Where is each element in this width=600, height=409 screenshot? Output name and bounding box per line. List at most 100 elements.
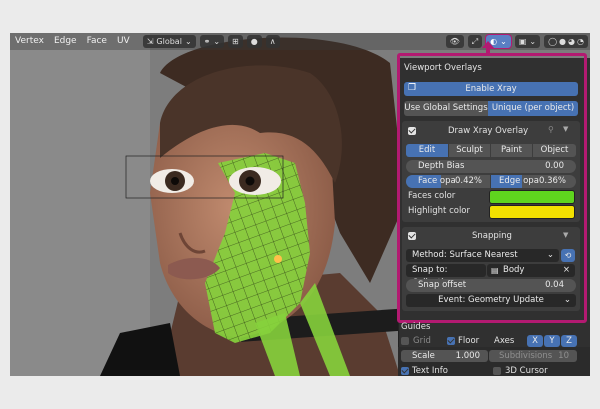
grid-label: Grid [413,336,431,346]
pin-icon[interactable]: ⚲ [548,125,554,134]
floor-label: Floor [458,336,480,346]
refresh-icon: ⟲ [564,251,572,260]
material-shading-icon[interactable]: ◕ [568,35,575,48]
edge-opacity-value: 0.36% [538,176,566,186]
axis-z-toggle[interactable]: Z [561,335,577,347]
snap-target-label: Body [503,265,525,275]
snap-offset-value: 0.04 [545,280,564,290]
chevron-down-icon: ⌄ [546,250,554,260]
wireframe-shading-icon[interactable]: ◯ [548,35,557,48]
snap-offset-label: Snap offset [418,280,467,290]
snap-toggle[interactable]: ⊞ [228,35,243,48]
snap-event-label: Event: Geometry Update [438,295,544,305]
mode-tab-edit[interactable]: Edit [406,144,448,157]
rendered-shading-icon[interactable]: ◔ [577,35,584,48]
text-info-label: Text Info [412,366,448,376]
snap-target-field[interactable]: ▤ Body × [487,264,575,277]
snap-method-label: Method: Surface Nearest [412,250,518,260]
axis-z-label: Z [566,336,572,346]
grid-scale-field[interactable]: Scale 1.000 [401,350,488,362]
chevron-down-icon: ⌄ [184,37,192,46]
falloff-dropdown[interactable]: ∧ [265,35,280,48]
guides-title: Guides [401,322,431,332]
menu-face[interactable]: Face [82,33,112,50]
grid-checkbox[interactable] [401,337,409,345]
depth-bias-value: 0.00 [545,161,564,171]
draw-xray-label: Draw Xray Overlay [448,126,529,136]
highlight-color-swatch[interactable] [489,205,575,219]
depth-bias-slider[interactable]: Depth Bias 0.00 [406,160,576,173]
depth-bias-label: Depth Bias [418,161,465,171]
chevron-down-icon: ⌄ [529,37,537,46]
menu-edge[interactable]: Edge [49,33,82,50]
highlight-arrow-icon [482,41,494,53]
snap-icon: ⊞ [232,37,239,46]
menu-vertex[interactable]: Vertex [10,33,49,50]
mode-tab-sculpt[interactable]: Sculpt [449,144,490,157]
snap-event-dropdown[interactable]: Event: Geometry Update ⌄ [406,294,576,307]
draw-xray-checkbox[interactable] [408,127,416,135]
face-opacity-label: Face opa [418,176,456,186]
mode-tab-paint-label: Paint [500,145,523,155]
transform-orientation-dropdown[interactable]: ⇲ Global ⌄ [142,35,196,48]
face-opacity-slider[interactable]: Face opa 0.42% [406,175,490,188]
scale-label: Scale [412,351,435,361]
mode-tab-edit-label: Edit [418,145,436,155]
clear-icon[interactable]: × [563,264,570,277]
snapping-label: Snapping [472,231,512,241]
falloff-icon: ∧ [269,37,276,46]
edge-opacity-slider[interactable]: Edge opa 0.36% [491,175,576,188]
faces-color-swatch[interactable] [489,190,575,204]
chevron-down-icon: ⌄ [500,37,507,46]
faces-color-label: Faces color [408,191,456,201]
collection-icon: ▤ [491,266,499,275]
axis-x-toggle[interactable]: X [527,335,543,347]
axes-label: Axes [494,336,515,346]
use-global-settings-tab[interactable]: Use Global Settings [404,101,488,116]
scale-value: 1.000 [455,351,480,361]
unique-per-object-tab[interactable]: Unique (per object) [488,101,578,116]
face-opacity-value: 0.42% [454,176,482,186]
mode-tab-object[interactable]: Object [533,144,576,157]
visibility-dropdown[interactable]: 👁 [445,35,464,48]
gizmo-toggle[interactable]: ⤢ [467,35,483,48]
axis-y-toggle[interactable]: Y [544,335,560,347]
mode-tab-paint[interactable]: Paint [491,144,532,157]
menu-uv[interactable]: UV [112,33,135,50]
xray-icon: ▣ [518,37,527,46]
mode-tab-sculpt-label: Sculpt [456,145,483,155]
highlight-color-label: Highlight color [408,206,471,216]
pivot-dropdown[interactable]: ⚭ ⌄ [199,35,225,48]
subdivisions-field[interactable]: Subdivisions 10 [489,350,577,362]
text-info-checkbox[interactable] [401,367,409,375]
floor-checkbox[interactable] [447,337,455,345]
snap-to-dropdown[interactable]: Snap to: Collecti... ⌄ [406,264,486,288]
solid-shading-icon[interactable]: ● [559,35,566,48]
snapping-expand-icon[interactable]: ▼ [563,231,568,239]
xray-box-icon: ❐ [408,83,417,93]
orientation-icon: ⇲ [146,37,154,46]
enable-xray-label: Enable Xray [465,84,517,94]
cursor-3d-checkbox[interactable] [493,367,501,375]
snap-method-dropdown[interactable]: Method: Surface Nearest ⌄ [406,249,559,262]
eye-icon: 👁 [449,37,460,46]
xray-toggle[interactable]: ▣ ⌄ [514,35,541,48]
snap-refresh-button[interactable]: ⟲ [561,249,575,262]
snap-offset-slider[interactable]: Snap offset 0.04 [406,279,576,292]
edge-opacity-label: Edge opa [499,176,539,186]
gizmo-icon: ⤢ [471,37,479,46]
viewport-header: Vertex Edge Face UV ⇲ Global ⌄ ⚭ ⌄ ⊞ ● ∧ … [10,33,590,50]
unique-per-object-label: Unique (per object) [491,103,575,113]
enable-xray-button[interactable]: Enable Xray [404,82,578,96]
proportional-icon: ● [250,37,258,46]
subdivisions-label: Subdivisions [499,351,553,361]
subdivisions-value: 10 [558,351,569,361]
orientation-label: Global [156,37,182,46]
snapping-checkbox[interactable] [408,232,416,240]
pivot-icon: ⚭ [203,37,211,46]
panel-expand-icon[interactable]: ▼ [563,125,568,133]
proportional-edit-toggle[interactable]: ● [246,35,262,48]
panel-title: Viewport Overlays [404,63,482,73]
shading-modes[interactable]: ◯ ● ◕ ◔ [544,35,588,48]
use-global-settings-label: Use Global Settings [404,103,488,113]
